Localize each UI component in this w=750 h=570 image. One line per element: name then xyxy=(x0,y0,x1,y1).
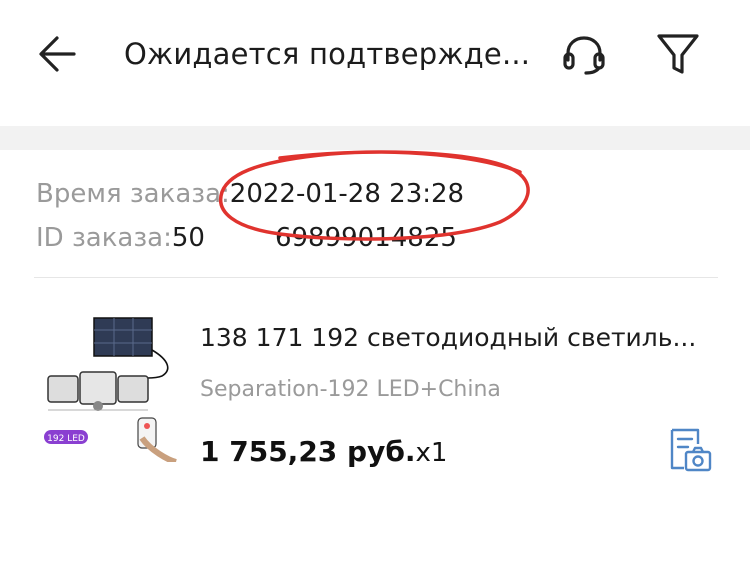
order-id-row: ID заказа:50 69899014825 xyxy=(36,216,736,260)
redacted-digits xyxy=(204,223,275,254)
order-id-suffix: 69899014825 xyxy=(274,223,457,253)
product-image[interactable]: 192 LED xyxy=(34,310,180,465)
filter-button[interactable] xyxy=(650,26,706,82)
divider xyxy=(34,277,718,278)
product-quantity: x1 xyxy=(415,438,448,468)
order-id-prefix: 50 xyxy=(171,223,205,253)
headset-icon xyxy=(563,36,605,75)
product-title[interactable]: 138 171 192 светодиодный светиль... xyxy=(200,320,696,356)
order-info: Время заказа:2022-01-28 23:28 ID заказа:… xyxy=(36,172,736,260)
arrow-left-icon xyxy=(39,36,76,72)
top-bar: Ожидается подтвержде... xyxy=(0,0,750,126)
product-illustration: 192 LED xyxy=(44,317,177,465)
product-price: 1 755,23 руб. xyxy=(200,435,416,468)
product-price-row: 1 755,23 руб.x1 xyxy=(200,432,447,473)
back-button[interactable] xyxy=(30,26,86,82)
section-separator xyxy=(0,126,750,150)
support-button[interactable] xyxy=(556,26,612,82)
order-id-label: ID заказа: xyxy=(36,223,172,253)
product-variant: Separation-192 LED+China xyxy=(200,377,501,402)
product-badge: 192 LED xyxy=(47,434,85,444)
page-title: Ожидается подтвержде... xyxy=(124,37,531,71)
photo-review-icon xyxy=(670,428,712,472)
order-time-row: Время заказа:2022-01-28 23:28 xyxy=(36,172,736,216)
order-time-label: Время заказа: xyxy=(36,179,230,209)
order-time-value: 2022-01-28 23:28 xyxy=(229,179,465,209)
funnel-icon xyxy=(657,34,699,74)
photo-review-button[interactable] xyxy=(666,426,714,474)
order-item[interactable]: 192 LED 138 171 192 светодиодный светиль… xyxy=(30,300,730,473)
